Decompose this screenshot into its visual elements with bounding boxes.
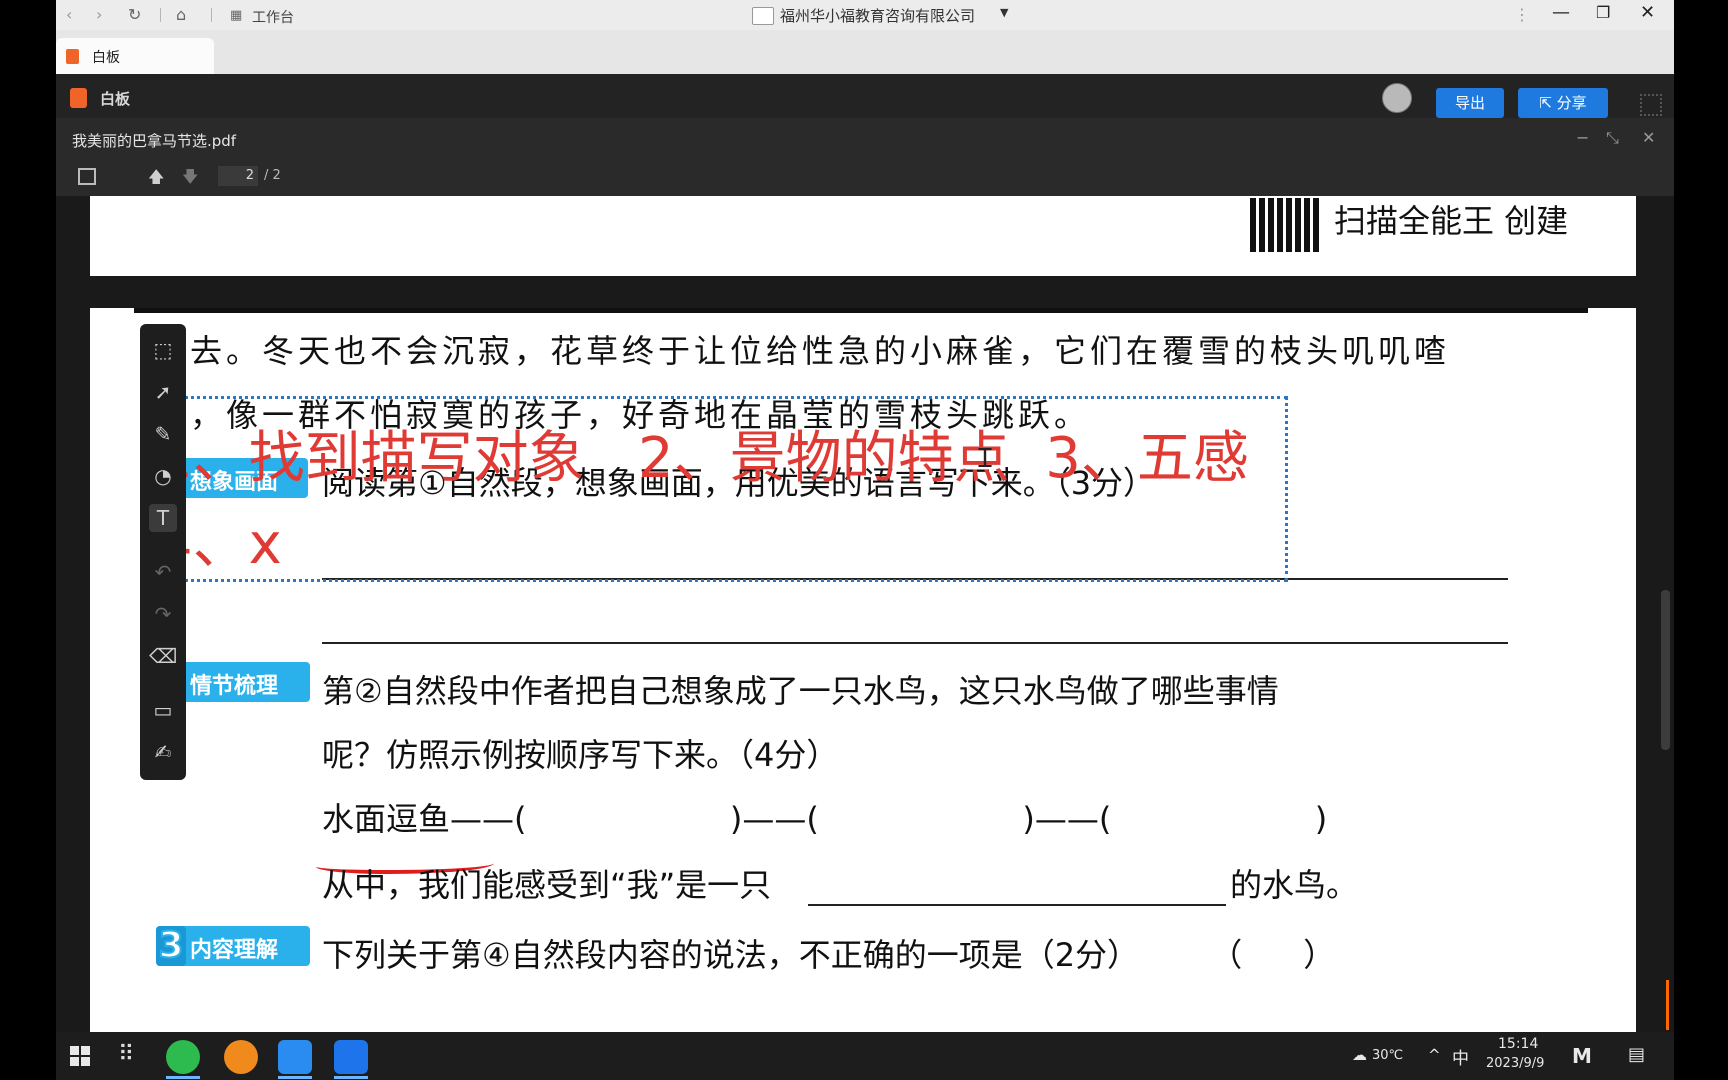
pdf-restore-icon[interactable]: ⤡ bbox=[1606, 128, 1619, 148]
arrow-up-icon[interactable]: 🡅 bbox=[148, 166, 164, 193]
pdf-close-icon[interactable]: ✕ bbox=[1642, 128, 1655, 147]
toolbox-icon[interactable]: ▭ bbox=[149, 696, 177, 724]
divider bbox=[211, 8, 212, 22]
notification-icon[interactable]: ▤ bbox=[1628, 1044, 1645, 1065]
undo-icon[interactable]: ↶ bbox=[149, 558, 177, 586]
tab-strip: 白板 bbox=[56, 30, 1674, 74]
share-label: 分享 bbox=[1556, 94, 1587, 112]
question-text: 第②自然段中作者把自己想象成了一只水鸟，这只水鸟做了哪些事情 bbox=[322, 672, 1279, 710]
question-badge: 3 内容理解 bbox=[156, 925, 310, 967]
question-example: 水面逗鱼——( )——( )——( ) bbox=[322, 800, 1328, 838]
weather-icon[interactable]: ☁ bbox=[1352, 1046, 1367, 1064]
active-indicator bbox=[334, 1076, 368, 1079]
chevron-up-icon[interactable]: ^ bbox=[1428, 1046, 1441, 1064]
share-button[interactable]: ⇱ 分享 bbox=[1518, 88, 1608, 118]
more-icon[interactable]: ⋮ bbox=[1514, 5, 1530, 24]
avatar[interactable] bbox=[1382, 83, 1412, 113]
select-area-icon[interactable]: ⬚ bbox=[149, 336, 177, 364]
task-view-icon[interactable]: ⠿ bbox=[118, 1042, 134, 1067]
right-black-border bbox=[1674, 0, 1728, 1080]
back-icon[interactable]: ‹ bbox=[66, 5, 72, 24]
eraser-icon[interactable]: ⌫ bbox=[149, 642, 177, 670]
left-black-border bbox=[0, 0, 56, 1080]
text-cursor-icon: Ｉ bbox=[972, 444, 999, 474]
scanner-watermark-text: 扫描全能王 创建 bbox=[1334, 202, 1569, 240]
question-number: 3 bbox=[156, 925, 186, 967]
shapes-icon[interactable]: ◔ bbox=[149, 462, 177, 490]
temperature: 30℃ bbox=[1372, 1048, 1404, 1063]
active-indicator bbox=[278, 1076, 312, 1079]
whiteboard-icon bbox=[66, 49, 79, 64]
text-tool-icon[interactable]: T bbox=[149, 504, 177, 532]
ime-indicator[interactable]: 中 bbox=[1452, 1044, 1469, 1069]
answer-line bbox=[808, 904, 1226, 906]
annotation-text-box[interactable]: 1、找到描写对象 2、景物的特点 3、五感 4、x bbox=[142, 396, 1288, 582]
apps-grid-icon[interactable] bbox=[1640, 94, 1662, 116]
app-header: 白板 导出 ⇱ 分享 bbox=[56, 74, 1674, 118]
app-window: ‹ › ↻ ⌂ ▦ 工作台 福州华小福教育咨询有限公司 ▼ ⋮ — ❐ ✕ 白板… bbox=[56, 0, 1674, 1032]
sidebar-toggle-icon[interactable] bbox=[78, 168, 96, 185]
divider bbox=[160, 8, 161, 22]
question-text: 从中，我们能感受到“我”是一只 bbox=[322, 866, 772, 904]
badge-label: 情节梳理 bbox=[190, 674, 279, 699]
browser-app-icon[interactable] bbox=[224, 1040, 258, 1074]
pdf-minimize-icon[interactable]: − bbox=[1576, 128, 1589, 147]
pdf-title-bar: 我美丽的巴拿马节选.pdf − ⤡ ✕ bbox=[56, 118, 1674, 162]
grid-icon: ▦ bbox=[230, 8, 243, 23]
page-number-input[interactable]: 2 bbox=[218, 166, 258, 186]
question-text: 下列关于第④自然段内容的说法，不正确的一项是（2分） （ ） bbox=[322, 936, 1336, 974]
paragraph-line: 过去。冬天也不会沉寂，花草终于让位给性急的小麻雀，它们在覆雪的枝头叽叽喳 bbox=[154, 332, 1451, 370]
workbench-link[interactable]: 工作台 bbox=[252, 7, 294, 27]
taskbar: ⠿ ☁ 30℃ ^ 中 15:14 2023/9/9 M ▤ bbox=[56, 1032, 1674, 1080]
meeting-app-icon[interactable] bbox=[334, 1040, 368, 1074]
share-icon: ⇱ bbox=[1539, 94, 1557, 112]
clock-time: 15:14 bbox=[1498, 1036, 1539, 1052]
home-icon[interactable]: ⌂ bbox=[176, 5, 186, 24]
page-total: / 2 bbox=[264, 168, 281, 183]
app-title: 白板 bbox=[100, 90, 131, 108]
pointer-icon[interactable]: ➚ bbox=[149, 378, 177, 406]
windows-start-icon[interactable] bbox=[70, 1046, 90, 1066]
tab-whiteboard[interactable]: 白板 bbox=[56, 38, 214, 74]
close-icon[interactable]: ✕ bbox=[1640, 2, 1655, 23]
redo-icon[interactable]: ↷ bbox=[149, 600, 177, 628]
tab-label: 白板 bbox=[92, 50, 120, 66]
active-indicator bbox=[166, 1076, 200, 1079]
pdf-page-1: 扫描全能王 创建 bbox=[90, 196, 1636, 276]
answer-line bbox=[322, 642, 1508, 644]
annotation-line[interactable]: 1、找到描写对象 2、景物的特点 3、五感 bbox=[157, 413, 1249, 494]
arrow-down-icon[interactable]: 🡇 bbox=[182, 166, 198, 193]
m-app-icon[interactable]: M bbox=[1572, 1044, 1592, 1068]
scroll-indicator bbox=[1666, 980, 1669, 1030]
whiteboard-app-icon bbox=[70, 88, 87, 108]
qr-code-icon bbox=[1250, 198, 1320, 252]
annotation-toolbar: ⬚ ➚ ✎ ◔ T ↶ ↷ ⌫ ▭ ✍ bbox=[140, 324, 186, 780]
edit-note-icon[interactable]: ✍ bbox=[149, 738, 177, 766]
feishu-app-icon[interactable] bbox=[278, 1040, 312, 1074]
question-text: 呢？仿照示例按顺序写下来。（4分） bbox=[322, 736, 839, 774]
forward-icon[interactable]: › bbox=[96, 5, 102, 24]
pdf-filename: 我美丽的巴拿马节选.pdf bbox=[72, 132, 237, 150]
pdf-viewer[interactable]: 扫描全能王 创建 过去。冬天也不会沉寂，花草终于让位给性急的小麻雀，它们在覆雪的… bbox=[56, 196, 1674, 1032]
question-text: 的水鸟。 bbox=[1230, 866, 1359, 904]
company-logo-icon bbox=[752, 7, 774, 25]
clock-date: 2023/9/9 bbox=[1486, 1056, 1545, 1071]
scrollbar-thumb[interactable] bbox=[1661, 590, 1670, 750]
title-bar: ‹ › ↻ ⌂ ▦ 工作台 福州华小福教育咨询有限公司 ▼ ⋮ — ❐ ✕ bbox=[56, 0, 1674, 30]
export-button[interactable]: 导出 bbox=[1436, 88, 1504, 118]
minimize-icon[interactable]: — bbox=[1552, 2, 1570, 23]
refresh-icon[interactable]: ↻ bbox=[128, 5, 141, 24]
restore-icon[interactable]: ❐ bbox=[1596, 3, 1610, 22]
company-selector[interactable]: 福州华小福教育咨询有限公司 bbox=[780, 5, 975, 26]
divider bbox=[134, 308, 1588, 313]
caret-down-icon[interactable]: ▼ bbox=[1000, 6, 1008, 19]
pen-icon[interactable]: ✎ bbox=[149, 420, 177, 448]
badge-label: 内容理解 bbox=[190, 938, 279, 963]
wechat-icon[interactable] bbox=[166, 1040, 200, 1074]
pdf-toolbar: 🡅 🡇 2 / 2 bbox=[56, 162, 1674, 196]
